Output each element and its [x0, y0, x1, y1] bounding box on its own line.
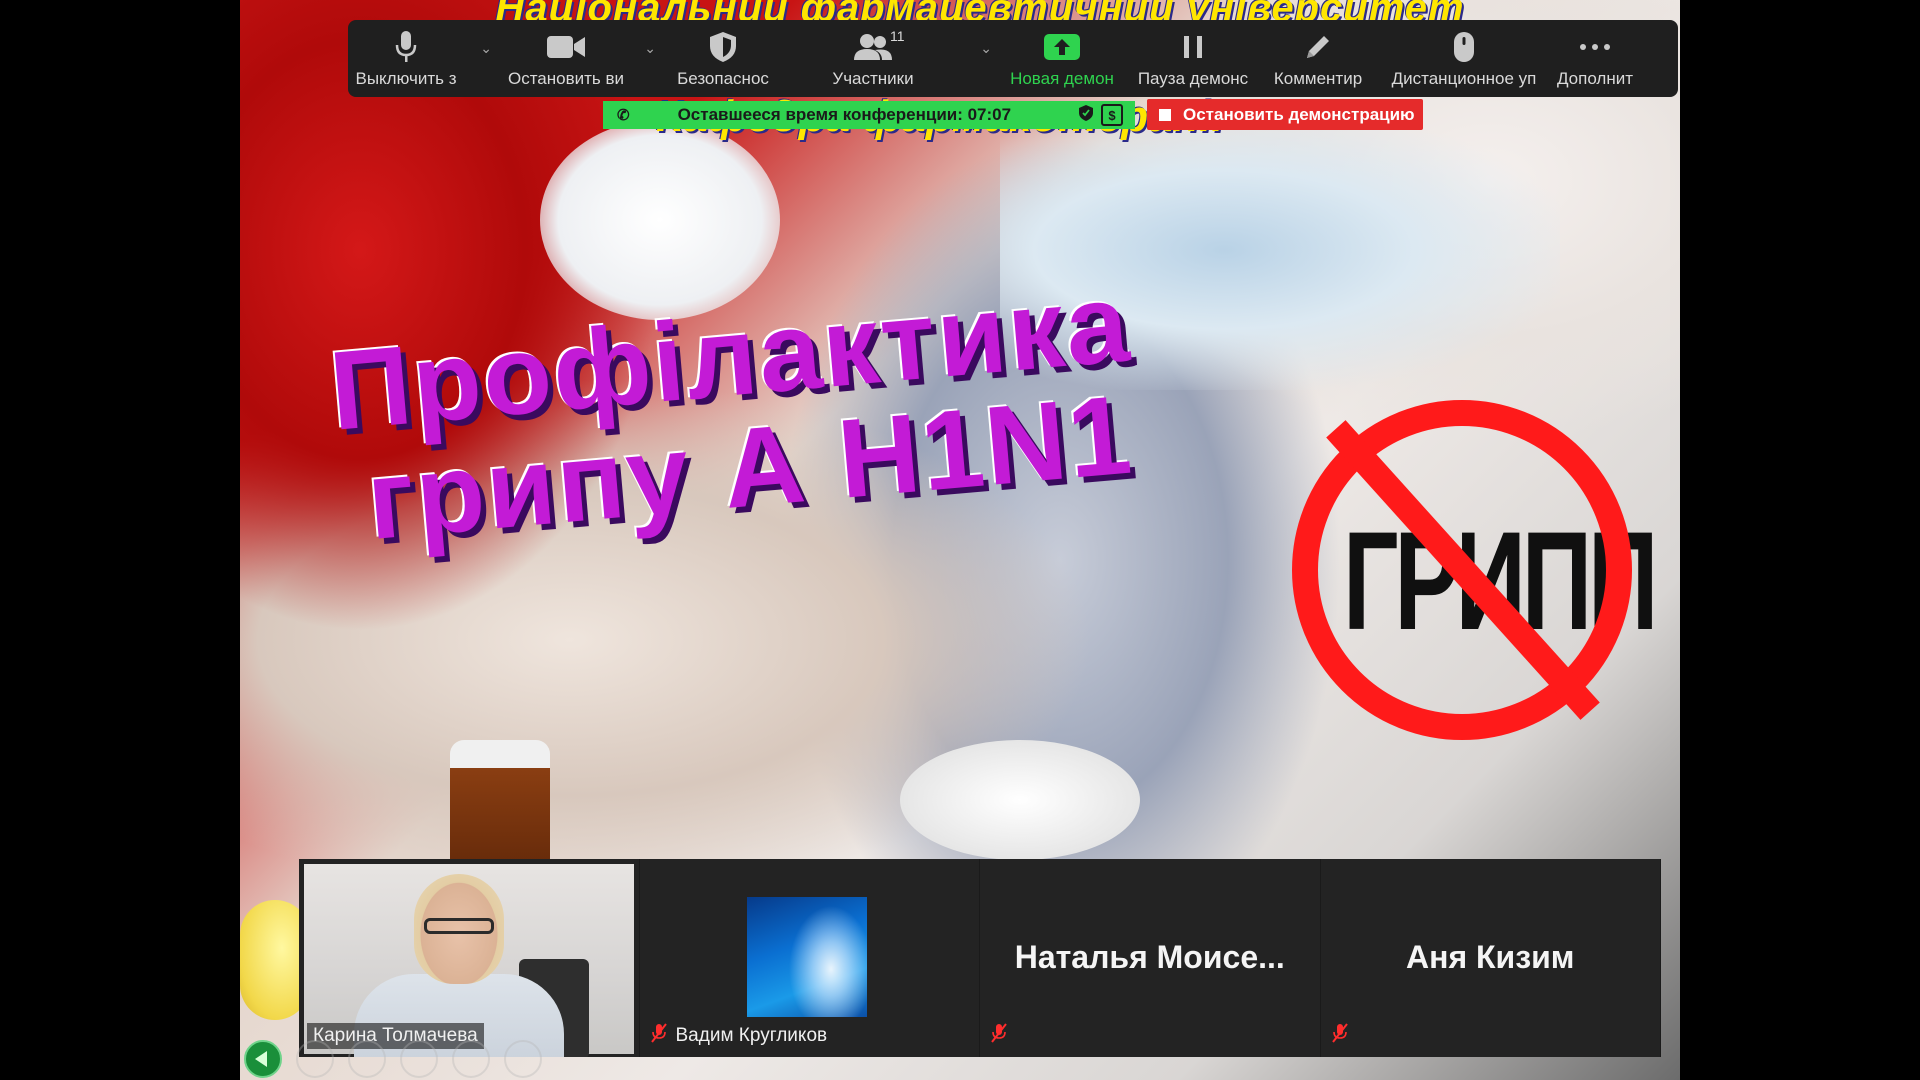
- participants-button[interactable]: 11 Участники: [778, 20, 968, 97]
- slide-nav-control[interactable]: [400, 1040, 438, 1078]
- slide-main-title: Профілактика грипу А H1N1: [287, 259, 1203, 563]
- pencil-icon: [1303, 30, 1333, 64]
- participant-display-name: Аня Кизим: [1406, 939, 1575, 975]
- stop-square-icon: [1159, 108, 1171, 121]
- annotate-button-label: Комментир: [1273, 69, 1363, 88]
- slide-nav-control[interactable]: [296, 1040, 334, 1078]
- more-button[interactable]: Дополнит: [1552, 20, 1638, 97]
- security-button[interactable]: Безопаснос: [668, 20, 778, 97]
- mouse-icon: [1452, 30, 1476, 64]
- billing-icon: $: [1101, 104, 1123, 126]
- muted-mic-icon: [990, 1023, 1008, 1049]
- no-flu-sign: ГРИПП: [1292, 400, 1658, 740]
- participant-tile[interactable]: Карина Толмачева: [299, 859, 639, 1057]
- participants-options-button[interactable]: ⌄: [968, 20, 998, 97]
- slide-nav-control[interactable]: [348, 1040, 386, 1078]
- pause-share-button[interactable]: Пауза демонс: [1126, 20, 1260, 97]
- mute-button[interactable]: Выключить з: [348, 20, 464, 97]
- participant-strip: Карина Толмачева Вадим Кругликов Наталья…: [299, 859, 1661, 1057]
- participants-button-label: Участники: [832, 69, 914, 88]
- participant-tile[interactable]: Вадим Кругликов: [639, 859, 979, 1057]
- video-camera-icon: [546, 30, 586, 64]
- participants-icon: [853, 30, 893, 64]
- more-icon: [1579, 30, 1611, 64]
- glasses-image: [424, 918, 494, 934]
- remote-control-button[interactable]: Дистанционное уп: [1376, 20, 1552, 97]
- annotate-button[interactable]: Комментир: [1260, 20, 1376, 97]
- participant-avatar: [746, 897, 867, 1017]
- mute-button-label: Выключить з: [355, 69, 457, 88]
- tablet-image: [900, 740, 1140, 860]
- participant-tile[interactable]: Наталья Моисе...: [980, 859, 1320, 1057]
- new-share-button[interactable]: Новая демон: [998, 20, 1126, 97]
- slide-navigation: [244, 1040, 542, 1078]
- chevron-down-icon: ⌄: [480, 40, 492, 56]
- stop-share-button[interactable]: Остановить демонстрацию: [1147, 99, 1423, 130]
- participant-tile[interactable]: Аня Кизим: [1320, 859, 1660, 1057]
- microphone-icon: [395, 30, 417, 64]
- shield-icon: [709, 30, 737, 64]
- remote-control-button-label: Дистанционное уп: [1391, 69, 1537, 88]
- video-options-button[interactable]: ⌄: [628, 20, 668, 97]
- participant-display-name: Наталья Моисе...: [1014, 939, 1285, 975]
- slide-nav-control[interactable]: [452, 1040, 490, 1078]
- participant-name: Вадим Кругликов: [675, 1025, 828, 1046]
- stop-share-label: Остановить демонстрацию: [1183, 104, 1415, 124]
- muted-mic-icon: [650, 1023, 668, 1049]
- meeting-timer-banner: ✆ Оставшееся время конференции: 07:07 $: [603, 101, 1135, 129]
- share-screen-icon: [1043, 30, 1081, 64]
- meeting-timer-text: Оставшееся время конференции: 07:07: [677, 105, 1012, 124]
- muted-mic-icon: [1331, 1023, 1349, 1049]
- security-button-label: Безопаснос: [677, 69, 769, 88]
- meeting-toolbar: Выключить з ⌄ Остановить ви ⌄ Безопаснос…: [348, 20, 1678, 97]
- stop-video-button[interactable]: Остановить ви: [504, 20, 628, 97]
- chevron-down-icon: ⌄: [980, 40, 992, 56]
- previous-slide-icon[interactable]: [244, 1040, 282, 1078]
- phone-icon: ✆: [617, 107, 630, 124]
- pause-share-button-label: Пауза демонс: [1137, 69, 1249, 88]
- participants-count-badge: 11: [890, 28, 905, 44]
- pause-icon: [1181, 30, 1205, 64]
- more-button-label: Дополнит: [1556, 69, 1634, 88]
- chevron-down-icon: ⌄: [644, 40, 656, 56]
- glove-image: [540, 120, 780, 320]
- encryption-shield-icon: [1079, 104, 1093, 126]
- audio-options-button[interactable]: ⌄: [464, 20, 504, 97]
- slide-nav-control[interactable]: [504, 1040, 542, 1078]
- new-share-button-label: Новая демон: [1010, 69, 1114, 88]
- stop-video-button-label: Остановить ви: [507, 69, 625, 88]
